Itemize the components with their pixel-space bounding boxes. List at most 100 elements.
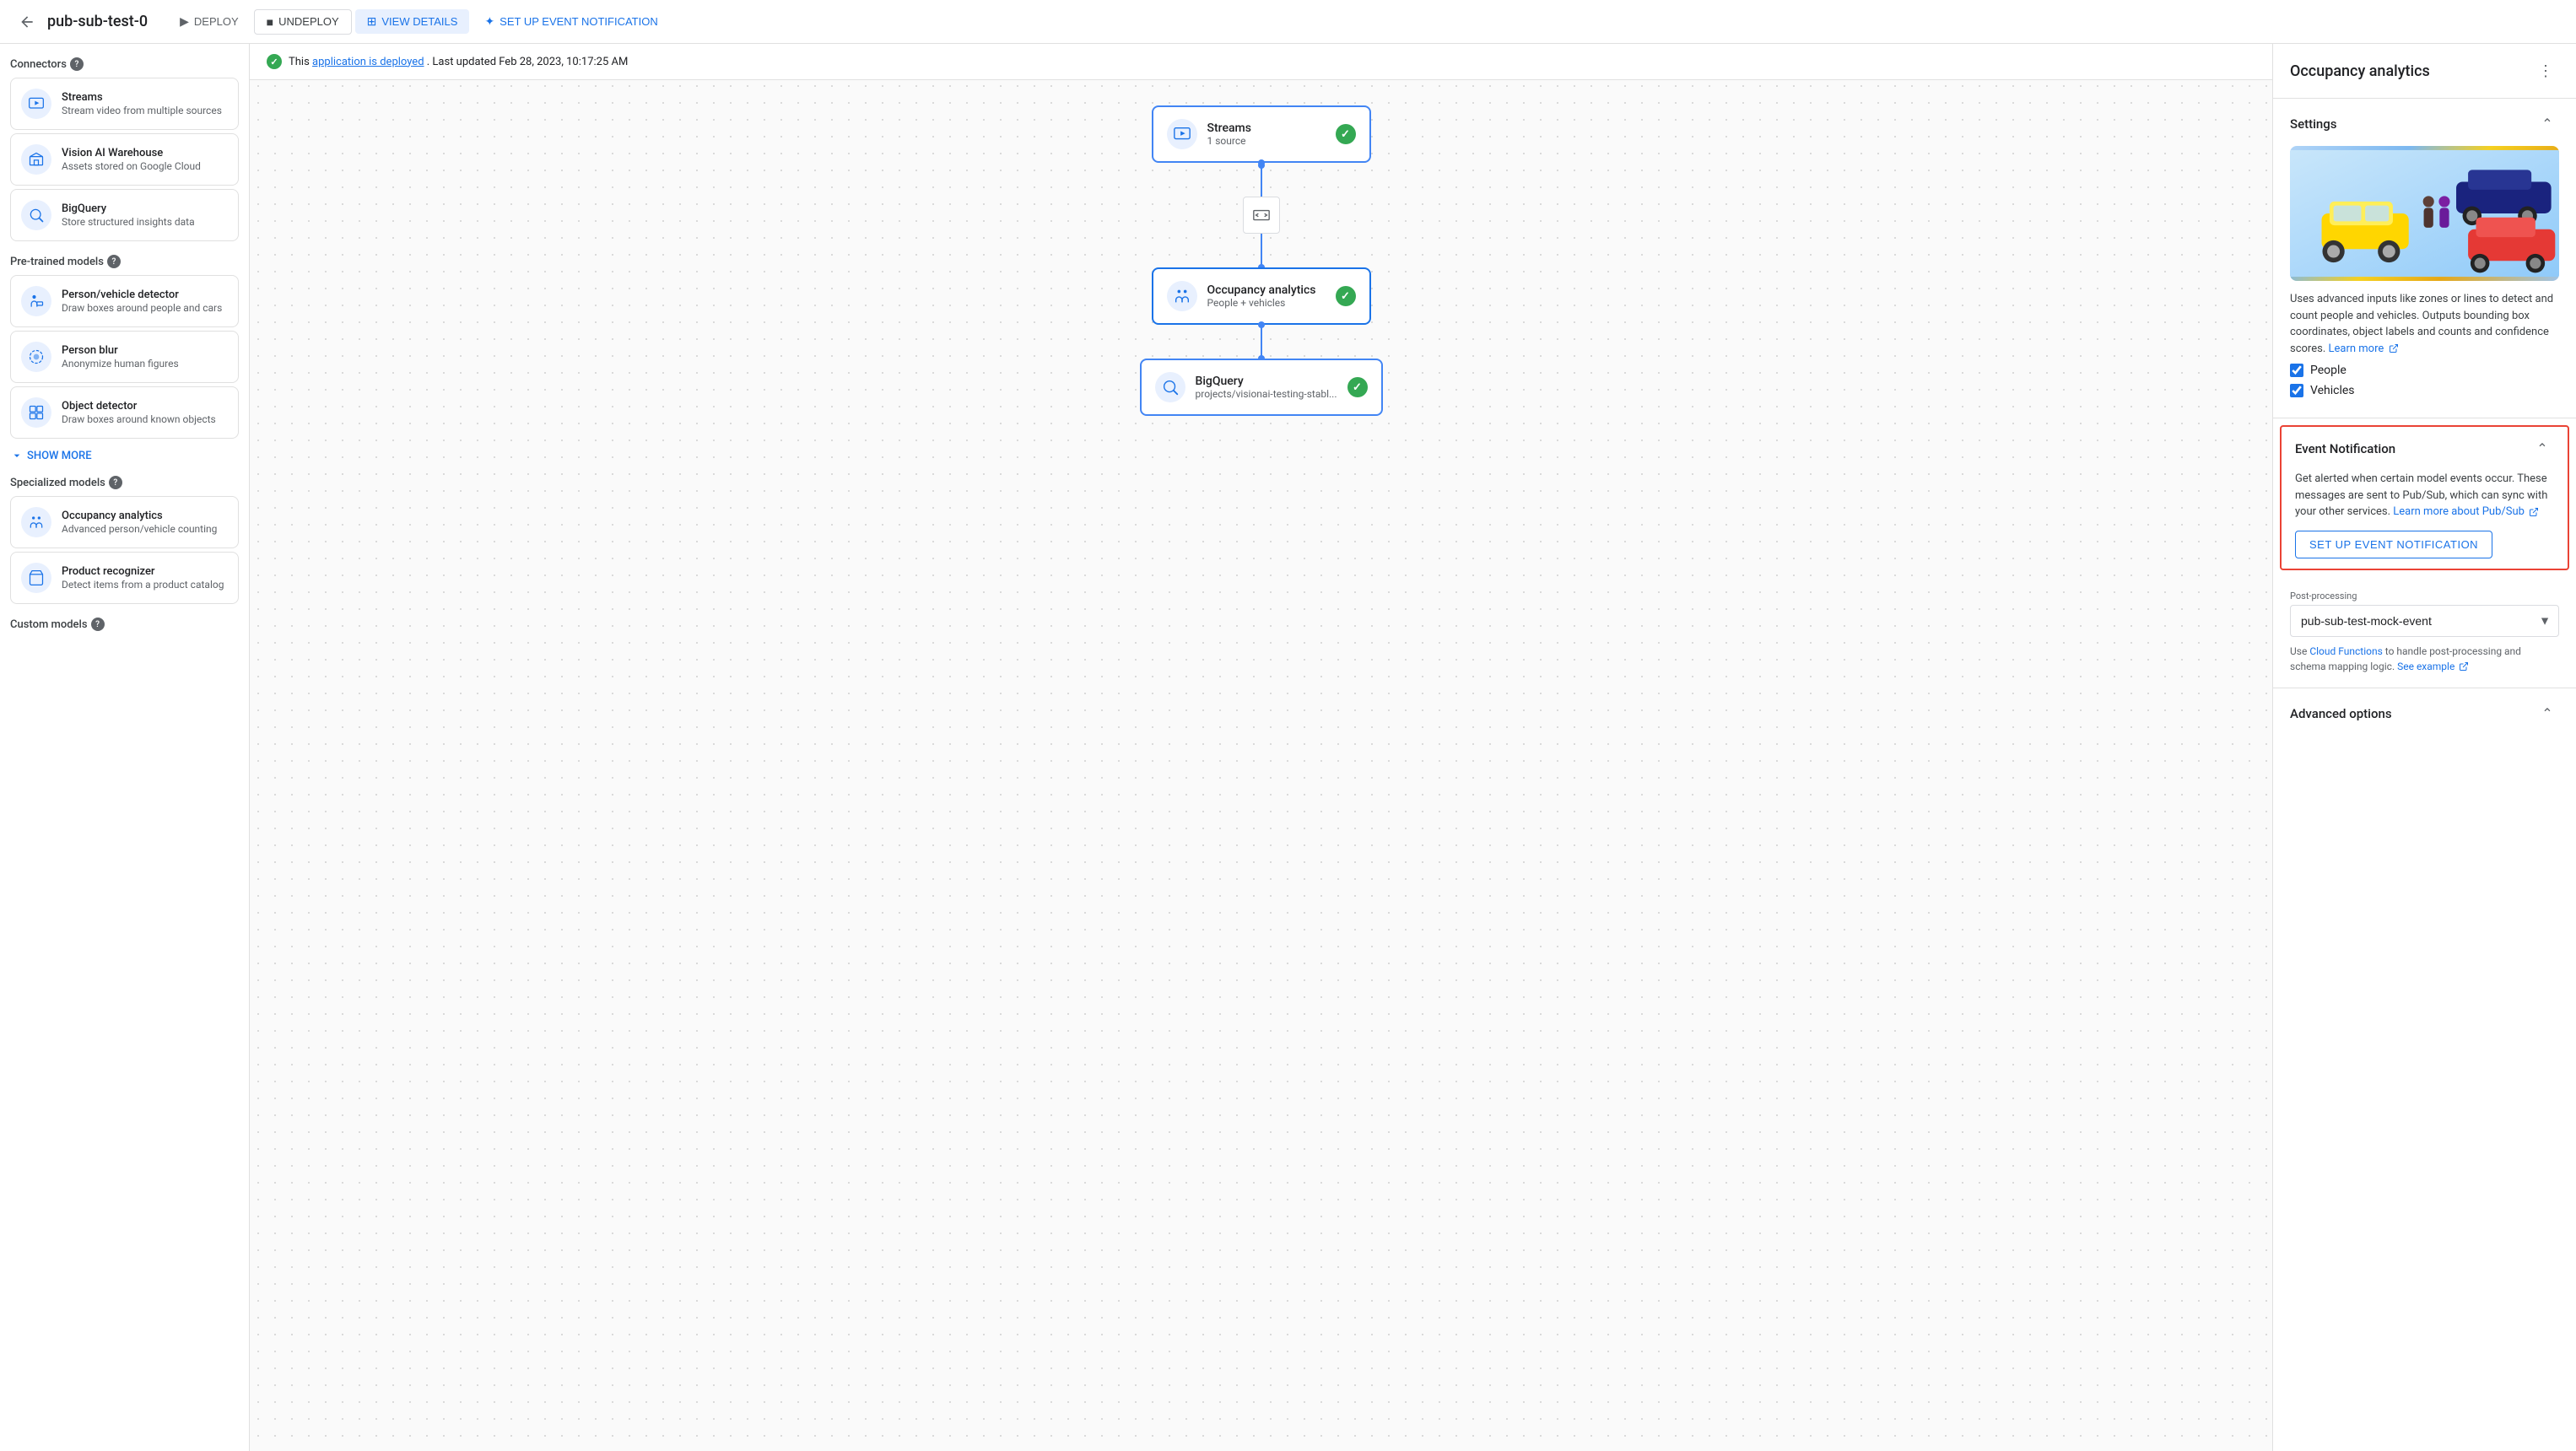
specialized-title: Specialized models ? xyxy=(10,476,239,489)
connector-object-detector[interactable]: Object detector Draw boxes around known … xyxy=(10,386,239,439)
see-example-link[interactable]: See example xyxy=(2397,661,2454,672)
show-more-button[interactable]: SHOW MORE xyxy=(10,442,239,469)
event-header: Event Notification ⌃ xyxy=(2295,437,2554,461)
pretrained-title: Pre-trained models ? xyxy=(10,255,239,268)
undeploy-icon: ■ xyxy=(267,15,273,29)
connector-streams[interactable]: Streams Stream video from multiple sourc… xyxy=(10,78,239,130)
occupancy-flow-icon xyxy=(1167,281,1197,311)
custom-help-icon[interactable]: ? xyxy=(91,618,105,631)
object-detector-info: Object detector Draw boxes around known … xyxy=(62,400,216,425)
settings-collapse-button[interactable]: ⌃ xyxy=(2535,112,2559,136)
pubsub-external-icon xyxy=(2529,507,2539,517)
vehicles-label[interactable]: Vehicles xyxy=(2310,384,2355,397)
undeploy-button[interactable]: ■ UNDEPLOY xyxy=(254,9,352,35)
connector-warehouse[interactable]: Vision AI Warehouse Assets stored on Goo… xyxy=(10,133,239,186)
warehouse-info: Vision AI Warehouse Assets stored on Goo… xyxy=(62,147,201,172)
people-checkbox[interactable] xyxy=(2290,364,2303,377)
app-title: pub-sub-test-0 xyxy=(47,13,148,30)
details-icon: ⊞ xyxy=(367,14,377,29)
streams-check-icon xyxy=(1336,124,1356,144)
deploy-icon: ▶ xyxy=(180,14,189,29)
panel-header: Occupancy analytics ⋮ xyxy=(2273,44,2576,99)
connector-occupancy[interactable]: Occupancy analytics Advanced person/vehi… xyxy=(10,496,239,548)
occupancy-icon xyxy=(21,507,51,537)
bigquery-flow-info: BigQuery projects/visionai-testing-stabl… xyxy=(1196,375,1337,400)
deployed-link[interactable]: application is deployed xyxy=(312,56,424,68)
warehouse-icon xyxy=(21,144,51,175)
connector-bigquery[interactable]: BigQuery Store structured insights data xyxy=(10,189,239,241)
occupancy-check-icon xyxy=(1336,286,1356,306)
event-notification-section: Event Notification ⌃ Get alerted when ce… xyxy=(2280,425,2569,570)
occupancy-info: Occupancy analytics Advanced person/vehi… xyxy=(62,510,217,535)
status-text: This application is deployed . Last upda… xyxy=(289,56,628,68)
setup-event-button[interactable]: SET UP EVENT NOTIFICATION xyxy=(2295,531,2492,558)
person-blur-info: Person blur Anonymize human figures xyxy=(62,344,179,369)
vehicles-checkbox[interactable] xyxy=(2290,384,2303,397)
product-icon xyxy=(21,563,51,593)
bigquery-flow-icon xyxy=(1155,372,1185,402)
person-vehicle-icon xyxy=(21,286,51,316)
status-indicator xyxy=(267,54,282,69)
event-icon: ✦ xyxy=(484,14,494,29)
canvas-area: This application is deployed . Last upda… xyxy=(250,44,2272,1451)
bigquery-check-icon xyxy=(1347,377,1368,397)
event-description: Get alerted when certain model events oc… xyxy=(2295,471,2554,521)
blur-icon xyxy=(21,342,51,372)
people-label[interactable]: People xyxy=(2310,364,2346,377)
connectors-help-icon[interactable]: ? xyxy=(70,57,84,71)
event-collapse-button[interactable]: ⌃ xyxy=(2530,437,2554,461)
streams-flow-icon xyxy=(1167,119,1197,149)
bigquery-info: BigQuery Store structured insights data xyxy=(62,202,195,228)
streams-info: Streams Stream video from multiple sourc… xyxy=(62,91,222,116)
object-detector-icon xyxy=(21,397,51,428)
deploy-button[interactable]: ▶ DEPLOY xyxy=(168,9,251,34)
connector-line-2 xyxy=(1261,234,1262,267)
back-button[interactable] xyxy=(14,8,41,35)
occupancy-flow-info: Occupancy analytics People + vehicles xyxy=(1207,283,1316,309)
specialized-help-icon[interactable]: ? xyxy=(109,476,122,489)
connectors-title: Connectors ? xyxy=(10,57,239,71)
learn-more-link[interactable]: Learn more xyxy=(2328,343,2384,355)
cloud-functions-link[interactable]: Cloud Functions xyxy=(2309,645,2382,657)
streams-flow-node[interactable]: Streams 1 source xyxy=(1152,105,1371,163)
see-example-external-icon xyxy=(2459,661,2469,672)
flow-diagram: Streams 1 source xyxy=(250,80,2272,441)
bigquery-icon xyxy=(21,200,51,230)
streams-flow-info: Streams 1 source xyxy=(1207,121,1251,147)
connector-person-blur[interactable]: Person blur Anonymize human figures xyxy=(10,331,239,383)
connector-line-1 xyxy=(1261,163,1262,197)
main-layout: Connectors ? Streams Stream video from m… xyxy=(0,44,2576,1451)
advanced-collapse-button[interactable]: ⌃ xyxy=(2535,702,2559,726)
vehicles-checkbox-row: Vehicles xyxy=(2290,384,2559,397)
right-panel: Occupancy analytics ⋮ Settings ⌃ xyxy=(2272,44,2576,1451)
streams-icon xyxy=(21,89,51,119)
advanced-section: Advanced options ⌃ xyxy=(2273,688,2576,739)
settings-header: Settings ⌃ xyxy=(2290,112,2559,136)
post-processing-label: Post-processing xyxy=(2290,591,2559,601)
preview-image xyxy=(2290,146,2559,281)
settings-title: Settings xyxy=(2290,116,2337,132)
panel-title: Occupancy analytics xyxy=(2290,62,2430,80)
connector-person-vehicle[interactable]: Person/vehicle detector Draw boxes aroun… xyxy=(10,275,239,327)
learn-more-external-icon xyxy=(2389,343,2399,353)
more-options-button[interactable]: ⋮ xyxy=(2532,57,2559,84)
intermediate-node xyxy=(1243,197,1280,234)
sidebar: Connectors ? Streams Stream video from m… xyxy=(0,44,250,1451)
pretrained-help-icon[interactable]: ? xyxy=(107,255,121,268)
event-title: Event Notification xyxy=(2295,441,2395,456)
occupancy-flow-node[interactable]: Occupancy analytics People + vehicles xyxy=(1152,267,1371,325)
topbar-actions: ▶ DEPLOY ■ UNDEPLOY ⊞ VIEW DETAILS ✦ SET… xyxy=(168,9,670,35)
post-processing-select[interactable]: pub-sub-test-mock-eventoption-2option-3 xyxy=(2290,605,2559,637)
view-details-button[interactable]: ⊞ VIEW DETAILS xyxy=(355,9,470,34)
pubsub-learn-more-link[interactable]: Learn more about Pub/Sub xyxy=(2393,505,2525,518)
person-vehicle-info: Person/vehicle detector Draw boxes aroun… xyxy=(62,289,222,314)
model-description: Uses advanced inputs like zones or lines… xyxy=(2290,291,2559,357)
advanced-title: Advanced options xyxy=(2290,706,2392,721)
status-bar: This application is deployed . Last upda… xyxy=(250,44,2272,80)
connector-line-3 xyxy=(1261,325,1262,359)
setup-event-topbar-button[interactable]: ✦ SET UP EVENT NOTIFICATION xyxy=(473,9,669,34)
connector-product[interactable]: Product recognizer Detect items from a p… xyxy=(10,552,239,604)
bigquery-flow-node[interactable]: BigQuery projects/visionai-testing-stabl… xyxy=(1140,359,1383,416)
post-processing-description: Use Cloud Functions to handle post-proce… xyxy=(2290,644,2559,674)
topbar: pub-sub-test-0 ▶ DEPLOY ■ UNDEPLOY ⊞ VIE… xyxy=(0,0,2576,44)
